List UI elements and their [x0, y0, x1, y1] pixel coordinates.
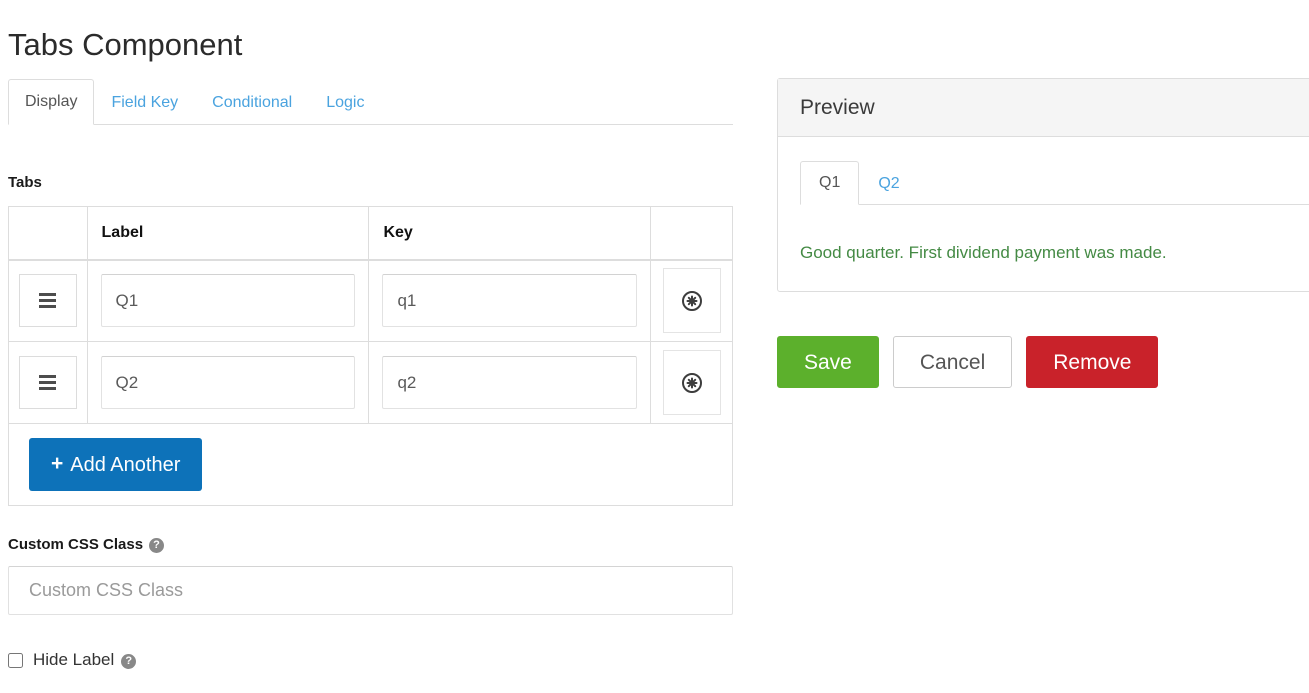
row-remove-cell: [650, 341, 733, 424]
tab-display[interactable]: Display: [8, 79, 95, 125]
row-key-cell: [368, 341, 652, 424]
preview-tab-nav: Q1 Q2: [800, 159, 1309, 205]
drag-handle-bars: [39, 293, 57, 309]
help-icon[interactable]: ?: [121, 653, 137, 669]
remove-circle-icon: [681, 290, 703, 312]
preview-content-text: Good quarter. First dividend payment was…: [800, 243, 1167, 262]
tab-field-key[interactable]: Field Key: [94, 80, 195, 125]
tabs-table: Label Key Q1 q1 Q2 q2 + Add Another: [8, 206, 733, 506]
drag-handle-bars: [39, 375, 57, 390]
tab-logic[interactable]: Logic: [309, 80, 381, 125]
custom-css-class-input[interactable]: [8, 566, 733, 615]
save-button[interactable]: Save: [777, 336, 879, 388]
remove-button[interactable]: Remove: [1026, 336, 1159, 388]
help-icon[interactable]: ?: [149, 538, 165, 553]
preview-panel: Preview Q1 Q2 Good quarter. First divide…: [777, 78, 1309, 292]
hide-label-text-wrap[interactable]: Hide Label ?: [33, 650, 137, 670]
preview-tab-q2[interactable]: Q2: [859, 162, 918, 205]
column-header-label: Label: [86, 206, 370, 261]
page-title: Tabs Component: [8, 26, 243, 62]
settings-tab-nav: Display Field Key Conditional Logic: [8, 78, 733, 125]
row-handle-cell: [8, 341, 88, 424]
custom-css-class-label: Custom CSS Class ?: [8, 536, 165, 553]
table-header-row: Label Key: [8, 206, 733, 261]
hide-label-text: Hide Label: [33, 650, 115, 669]
add-another-label: Add Another: [70, 453, 181, 476]
preview-title: Preview: [800, 95, 875, 119]
column-header-handle: [8, 206, 88, 261]
plus-icon: +: [51, 452, 64, 475]
add-another-row: + Add Another: [8, 423, 733, 506]
tabs-table-body: + Add Another: [8, 259, 733, 506]
column-header-key: Key: [368, 206, 652, 261]
preview-column: Preview Q1 Q2 Good quarter. First divide…: [777, 78, 1309, 388]
tabs-table-head: Label Key: [8, 206, 733, 261]
remove-row-button-2[interactable]: [662, 350, 721, 415]
row-handle-cell: [8, 259, 88, 342]
preview-tab-q1[interactable]: Q1: [800, 161, 860, 205]
remove-circle-icon: [681, 372, 703, 394]
remove-row-button-1[interactable]: [662, 268, 721, 334]
hide-label-row: Hide Label ?: [8, 650, 137, 670]
tab-key-input-1[interactable]: [382, 274, 638, 328]
tab-conditional[interactable]: Conditional: [195, 80, 309, 125]
preview-panel-body: Q1 Q2 Good quarter. First dividend payme…: [778, 137, 1309, 291]
drag-handle-icon[interactable]: [18, 274, 77, 328]
row-label-cell: [86, 341, 370, 424]
row-remove-cell: [650, 259, 733, 342]
action-buttons: Save Cancel Remove: [777, 336, 1159, 388]
custom-css-class-label-text: Custom CSS Class: [8, 536, 144, 553]
table-row: [8, 341, 733, 424]
tabs-component-editor: Tabs Component Display Field Key Conditi…: [0, 0, 1309, 693]
add-another-cell: + Add Another: [8, 423, 733, 506]
drag-handle-icon[interactable]: [18, 356, 77, 409]
tabs-field-label: Tabs: [8, 174, 42, 191]
preview-panel-heading: Preview: [778, 79, 1309, 137]
tab-label-input-2[interactable]: [100, 356, 356, 409]
row-label-cell: [86, 259, 370, 342]
row-key-cell: [368, 259, 652, 342]
add-another-button[interactable]: + Add Another: [29, 438, 203, 491]
cancel-button[interactable]: Cancel: [892, 336, 1013, 388]
settings-column: Display Field Key Conditional Logic Tabs…: [8, 78, 733, 669]
table-row: [8, 259, 733, 342]
hide-label-checkbox[interactable]: [8, 652, 23, 668]
column-header-remove: [650, 206, 733, 261]
tabs-field-label-text: Tabs: [8, 174, 42, 191]
tab-key-input-2[interactable]: [382, 356, 638, 409]
tab-label-input-1[interactable]: [100, 274, 356, 328]
